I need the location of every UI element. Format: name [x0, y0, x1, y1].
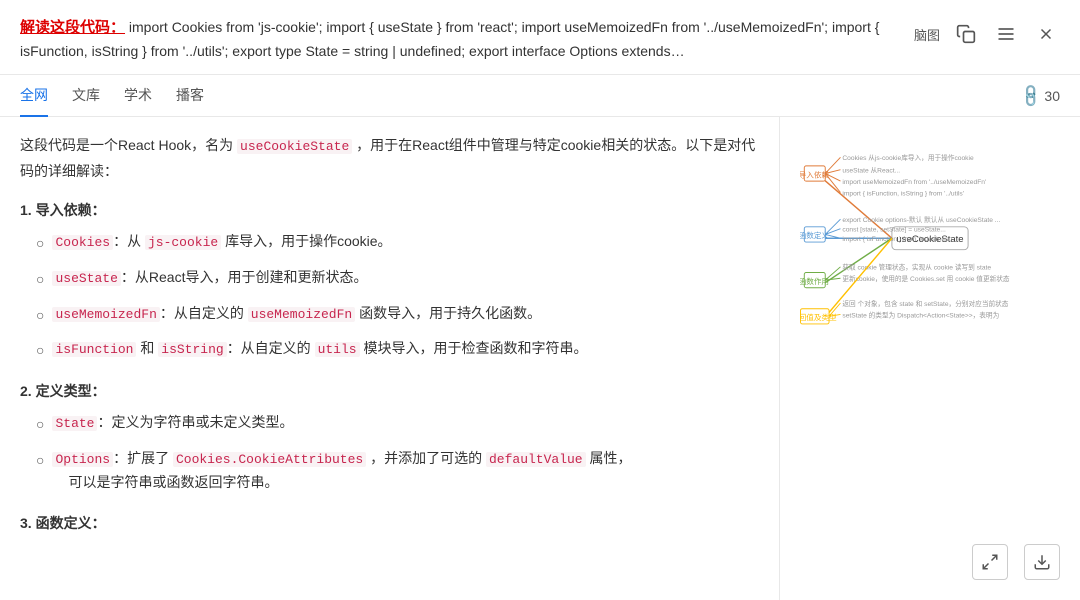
section-1-title: 1. 导入依赖：: [20, 200, 759, 220]
intro-text: 这段代码是一个React Hook，名为 useCookieState ，用于在…: [20, 133, 759, 184]
bullet-5: ○: [36, 413, 44, 437]
code-usememoizedfn2: useMemoizedFn: [248, 307, 355, 322]
section-2-title: 2. 定义类型：: [20, 381, 759, 401]
code-defaultvalue: defaultValue: [486, 452, 586, 467]
mindmap-container: useCookieState 导入依赖 Cookies 从js-cookie库导…: [800, 143, 1060, 343]
header-label: 解读这段代码：: [20, 19, 125, 36]
bullet-2: ○: [36, 268, 44, 292]
options-text-cont: 可以是字符串或函数返回字符串。: [52, 474, 278, 490]
code-usememoizedfn: useMemoizedFn: [52, 307, 159, 322]
tab-boke[interactable]: 播客: [176, 75, 204, 117]
left-panel: 这段代码是一个React Hook，名为 useCookieState ，用于在…: [0, 117, 780, 600]
svg-text:import useMemoizedFn from '../: import useMemoizedFn from '../useMemoize…: [842, 179, 986, 186]
list-item-isfunction: ○ isFunction 和 isString：从自定义的 utils 模块导入…: [20, 337, 759, 363]
section-1-number: 1.: [20, 202, 36, 218]
svg-text:函数作用: 函数作用: [800, 276, 829, 286]
copy-button[interactable]: [952, 20, 980, 48]
mindmap-svg: useCookieState 导入依赖 Cookies 从js-cookie库导…: [800, 143, 1060, 343]
download-button[interactable]: [1024, 544, 1060, 580]
code-state: State: [52, 416, 97, 431]
bullet-6: ○: [36, 449, 44, 473]
code-options: Options: [52, 452, 113, 467]
bullet-3: ○: [36, 304, 44, 328]
tab-wenku[interactable]: 文库: [72, 75, 100, 117]
tab-quanwang[interactable]: 全网: [20, 75, 48, 117]
code-isfunction: isFunction: [52, 342, 136, 357]
list-item-cookies: ○ Cookies：从 js-cookie 库导入，用于操作cookie。: [20, 230, 759, 256]
list-button[interactable]: [992, 20, 1020, 48]
tabs-bar: 全网 文库 学术 播客 🔗 30: [0, 75, 1080, 117]
link-icon: 🔗: [1016, 82, 1044, 110]
main-content: 这段代码是一个React Hook，名为 useCookieState ，用于在…: [0, 117, 1080, 600]
svg-text:setState 的类型为 Dispatch<Action<: setState 的类型为 Dispatch<Action<State>>，表明…: [842, 311, 999, 320]
svg-text:导入依赖: 导入依赖: [800, 170, 829, 180]
svg-text:返回 个对象，包含 state 和 setState，分别对: 返回 个对象，包含 state 和 setState，分别对应当前状态: [842, 299, 1008, 308]
mindmap-button[interactable]: 脑图: [914, 20, 940, 48]
list-item-options: ○ Options：扩展了 Cookies.CookieAttributes ，…: [20, 447, 759, 495]
svg-text:useState 从React...: useState 从React...: [842, 168, 900, 175]
code-utils: utils: [315, 342, 360, 357]
link-count-number: 30: [1044, 88, 1060, 104]
section-3-title: 3. 函数定义：: [20, 513, 759, 533]
code-isstring: isString: [158, 342, 226, 357]
code-js-cookie: js-cookie: [145, 235, 221, 250]
code-usestate: useState: [52, 271, 120, 286]
header-text: 解读这段代码： import Cookies from 'js-cookie';…: [20, 16, 904, 62]
svg-text:export Cookie options-默认 默认从 u: export Cookie options-默认 默认从 useCookieSt…: [842, 215, 1000, 224]
svg-text:函数定义: 函数定义: [800, 231, 829, 241]
list-item-usestate: ○ useState：从React导入，用于创建和更新状态。: [20, 266, 759, 292]
code-cookies: Cookies: [52, 235, 113, 250]
close-button[interactable]: [1032, 20, 1060, 48]
bullet-1: ○: [36, 232, 44, 256]
svg-text:import { isFunction } from 'lo: import { isFunction } from 'lodash-es': [842, 236, 949, 243]
section-1: 1. 导入依赖： ○ Cookies：从 js-cookie 库导入，用于操作c…: [20, 200, 759, 363]
svg-text:Cookies 从js-cookie库导入，用于操作cook: Cookies 从js-cookie库导入，用于操作cookie: [842, 154, 974, 163]
right-panel: useCookieState 导入依赖 Cookies 从js-cookie库导…: [780, 117, 1080, 600]
app-container: 解读这段代码： import Cookies from 'js-cookie';…: [0, 0, 1080, 600]
header: 解读这段代码： import Cookies from 'js-cookie';…: [0, 0, 1080, 75]
header-code-text: import Cookies from 'js-cookie'; import …: [20, 19, 879, 59]
list-item-usememoizedfn: ○ useMemoizedFn：从自定义的 useMemoizedFn 函数导入…: [20, 302, 759, 328]
section-2: 2. 定义类型： ○ State：定义为字符串或未定义类型。 ○ Options…: [20, 381, 759, 495]
tab-xueshu[interactable]: 学术: [124, 75, 152, 117]
bullet-4: ○: [36, 339, 44, 363]
section-3: 3. 函数定义：: [20, 513, 759, 533]
list-item-state: ○ State：定义为字符串或未定义类型。: [20, 411, 759, 437]
link-count: 🔗 30: [1021, 86, 1061, 106]
svg-text:更新cookie，使用的是 Cookies.set 用 co: 更新cookie，使用的是 Cookies.set 用 cookie 值更新状态: [842, 274, 1010, 283]
code-cookieattributes: Cookies.CookieAttributes: [173, 452, 366, 467]
hook-name: useCookieState: [237, 139, 352, 154]
expand-button[interactable]: [972, 544, 1008, 580]
bottom-icons: [972, 544, 1060, 580]
header-icons: 脑图: [914, 20, 1060, 48]
svg-text:const [state, setState] = useS: const [state, setState] = useState...: [842, 227, 946, 234]
svg-text:import { isFunction, isString: import { isFunction, isString } from '..…: [842, 191, 964, 198]
